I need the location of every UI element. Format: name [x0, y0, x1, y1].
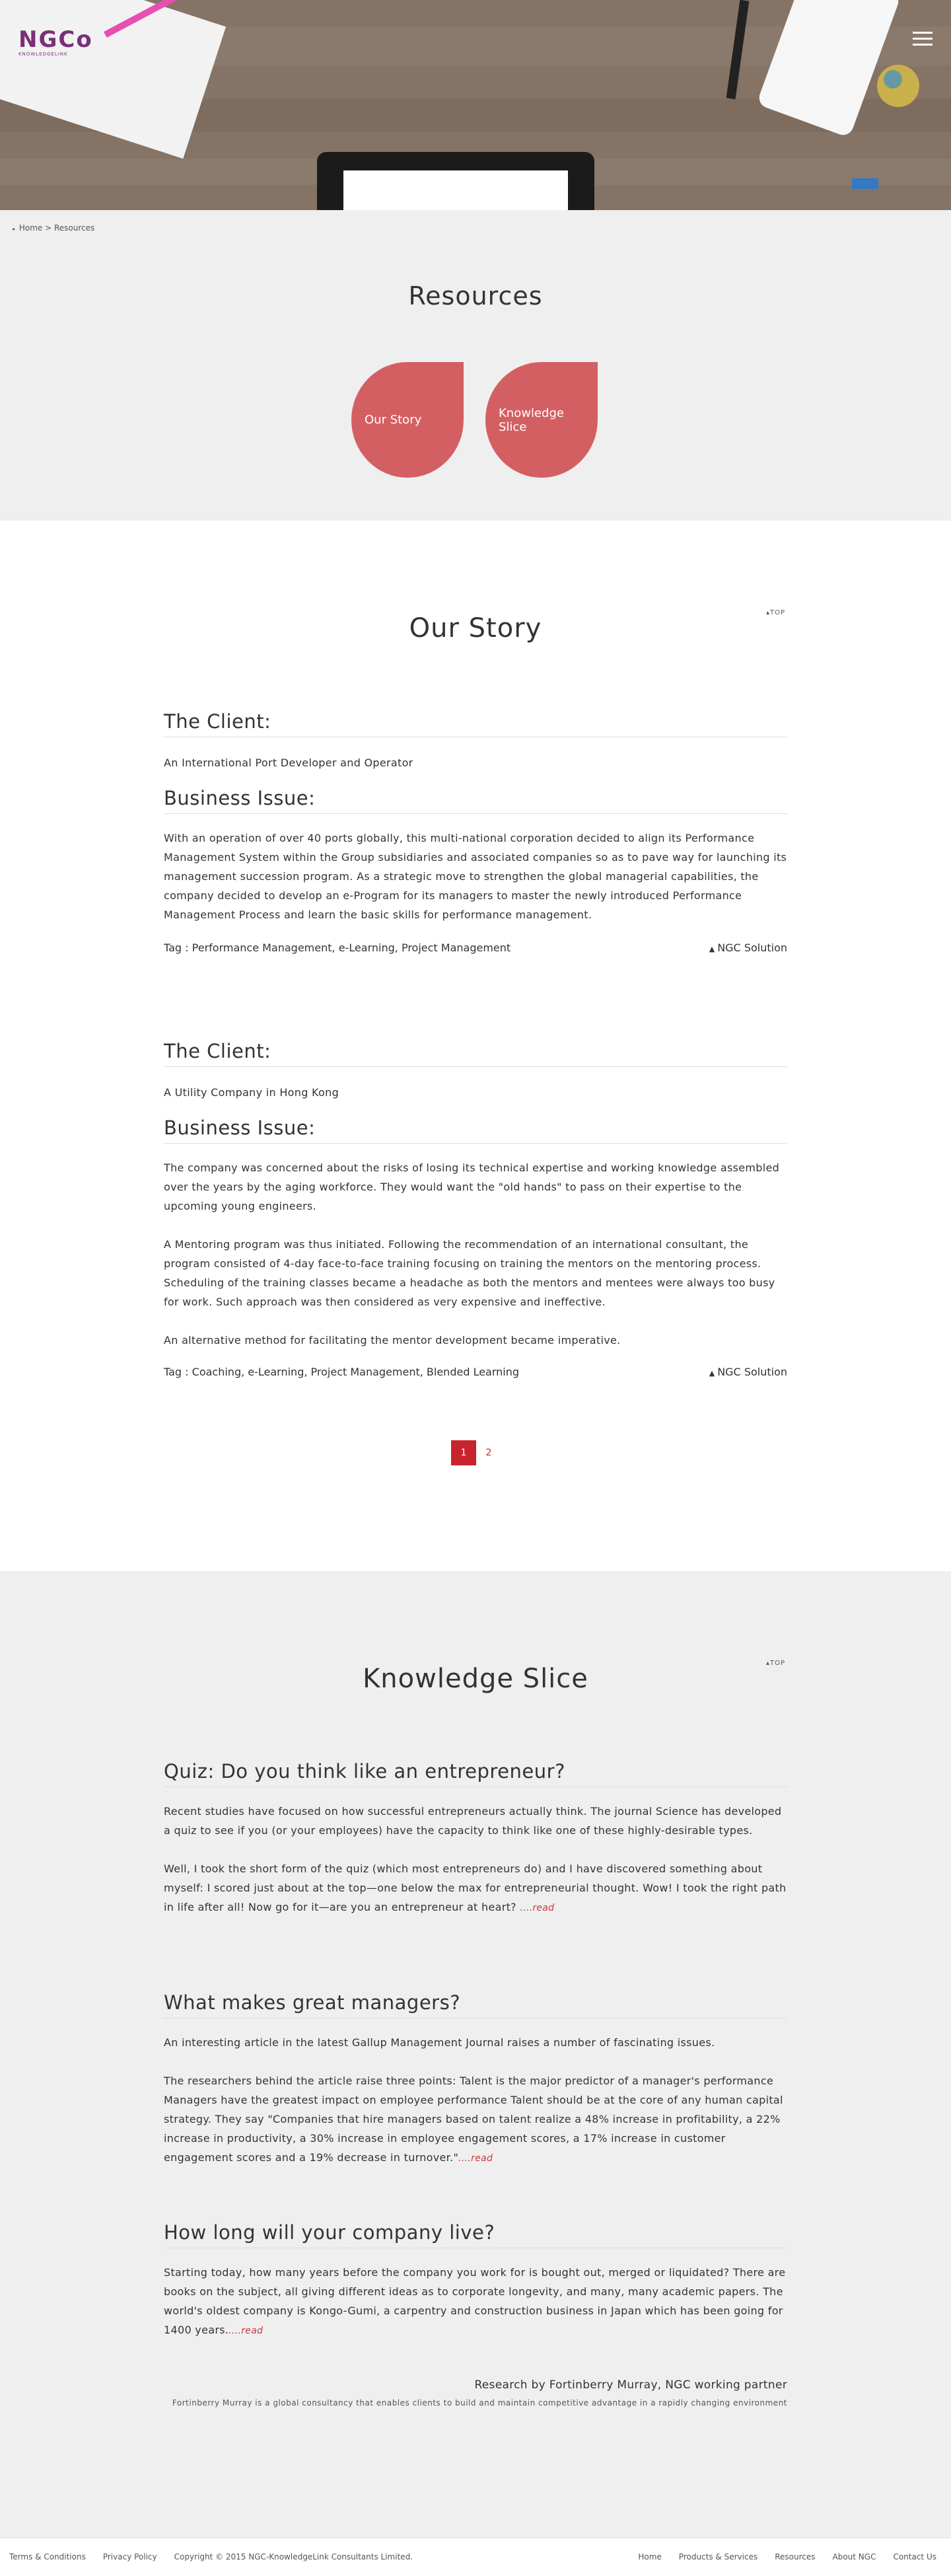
case-study: The Client: An International Port Develo… [164, 710, 787, 954]
issue-text: The company was concerned about the risk… [164, 1161, 780, 1212]
research-credit: Research by Fortinberry Murray, NGC work… [474, 2378, 787, 2392]
article-text: Well, I took the short form of the quiz … [164, 1862, 787, 1913]
home-icon: ◂ [12, 226, 15, 232]
breadcrumb-separator: > [45, 223, 52, 233]
page-2-button[interactable]: 2 [476, 1440, 501, 1465]
footer-nav-about[interactable]: About NGC [833, 2552, 876, 2561]
our-story-section: ▴TOP Our Story The Client: An Internatio… [0, 521, 951, 1571]
our-story-card-label: Our Story [365, 413, 422, 427]
article-text: Starting today, how many years before th… [164, 2266, 786, 2336]
knowledge-slice-section: ▴TOP Knowledge Slice Quiz: Do you think … [0, 1571, 951, 2538]
logo-subtitle: KNOWLEDGELINK [18, 52, 68, 57]
pagination: 1 2 [451, 1440, 501, 1465]
footer-nav-home[interactable]: Home [638, 2552, 661, 2561]
client-name: A Utility Company in Hong Kong [164, 1086, 339, 1099]
tag-row: Tag : Coaching, e-Learning, Project Mana… [164, 1366, 787, 1378]
desk-photo [0, 0, 951, 210]
footer-nav: Home Products & Services Resources About… [638, 2552, 936, 2561]
article: How long will your company live? Startin… [164, 2221, 787, 2341]
our-story-card[interactable]: Our Story [351, 362, 464, 478]
section-title: Our Story [409, 613, 542, 644]
issue-text: A Mentoring program was thus initiated. … [164, 1238, 775, 1308]
read-more-link[interactable]: ....read [229, 2326, 263, 2336]
article-heading: How long will your company live? [164, 2221, 787, 2248]
case-study: The Client: A Utility Company in Hong Ko… [164, 1040, 787, 1378]
footer-nav-products[interactable]: Products & Services [679, 2552, 757, 2561]
page-title: Resources [408, 281, 543, 311]
footer-terms-link[interactable]: Terms & Conditions [9, 2552, 86, 2561]
tag-row: Tag : Performance Management, e-Learning… [164, 941, 787, 954]
article-text: Recent studies have focused on how succe… [164, 1805, 782, 1837]
article-text: The researchers behind the article raise… [164, 2075, 783, 2164]
triangle-up-icon: ▲ [709, 1369, 715, 1378]
research-credit-description: Fortinberry Murray is a global consultan… [172, 2398, 787, 2408]
footer-left: Terms & Conditions Privacy Policy Copyri… [9, 2552, 413, 2561]
section-title: Knowledge Slice [363, 1664, 588, 1694]
knowledge-slice-card-label: Knowledge Slice [499, 406, 564, 434]
knowledge-slice-card[interactable]: Knowledge Slice [485, 362, 598, 478]
tags: Tag : Performance Management, e-Learning… [164, 941, 511, 954]
footer-nav-contact[interactable]: Contact Us [893, 2552, 936, 2561]
article-heading: Quiz: Do you think like an entrepreneur? [164, 1760, 787, 1787]
breadcrumb: ◂ Home > Resources [12, 223, 94, 233]
client-name: An International Port Developer and Oper… [164, 756, 413, 769]
article-text: An interesting article in the latest Gal… [164, 2036, 715, 2049]
tags: Tag : Coaching, e-Learning, Project Mana… [164, 1366, 520, 1378]
footer-copyright: Copyright © 2015 NGC-KnowledgeLink Consu… [174, 2552, 413, 2561]
issue-text: An alternative method for facilitating t… [164, 1334, 621, 1346]
ngc-solution-link[interactable]: ▲ NGC Solution [709, 941, 787, 954]
ngc-solution-link[interactable]: ▲ NGC Solution [709, 1366, 787, 1378]
page-1-button[interactable]: 1 [451, 1440, 476, 1465]
client-heading: The Client: [164, 710, 787, 737]
breadcrumb-home[interactable]: Home [19, 223, 42, 233]
article: Quiz: Do you think like an entrepreneur?… [164, 1760, 787, 1918]
footer-privacy-link[interactable]: Privacy Policy [103, 2552, 157, 2561]
article-heading: What makes great managers? [164, 1991, 787, 2018]
breadcrumb-current: Resources [54, 223, 95, 233]
issue-heading: Business Issue: [164, 787, 787, 814]
read-more-link[interactable]: ....read [520, 1903, 554, 1913]
hamburger-menu-icon[interactable] [913, 32, 933, 46]
read-more-link[interactable]: ....read [458, 2153, 493, 2164]
triangle-up-icon: ▲ [709, 945, 715, 953]
resources-header: ◂ Home > Resources Resources Our Story K… [0, 210, 951, 521]
site-logo[interactable]: NGCo [18, 26, 93, 53]
footer-nav-resources[interactable]: Resources [775, 2552, 815, 2561]
article: What makes great managers? An interestin… [164, 1991, 787, 2168]
issue-text: With an operation of over 40 ports globa… [164, 832, 787, 921]
site-footer: Terms & Conditions Privacy Policy Copyri… [0, 2538, 951, 2576]
hero-banner: NGCo KNOWLEDGELINK [0, 0, 951, 210]
credit-block: Research by Fortinberry Murray, NGC work… [164, 2378, 787, 2410]
issue-heading: Business Issue: [164, 1117, 787, 1144]
client-heading: The Client: [164, 1040, 787, 1067]
